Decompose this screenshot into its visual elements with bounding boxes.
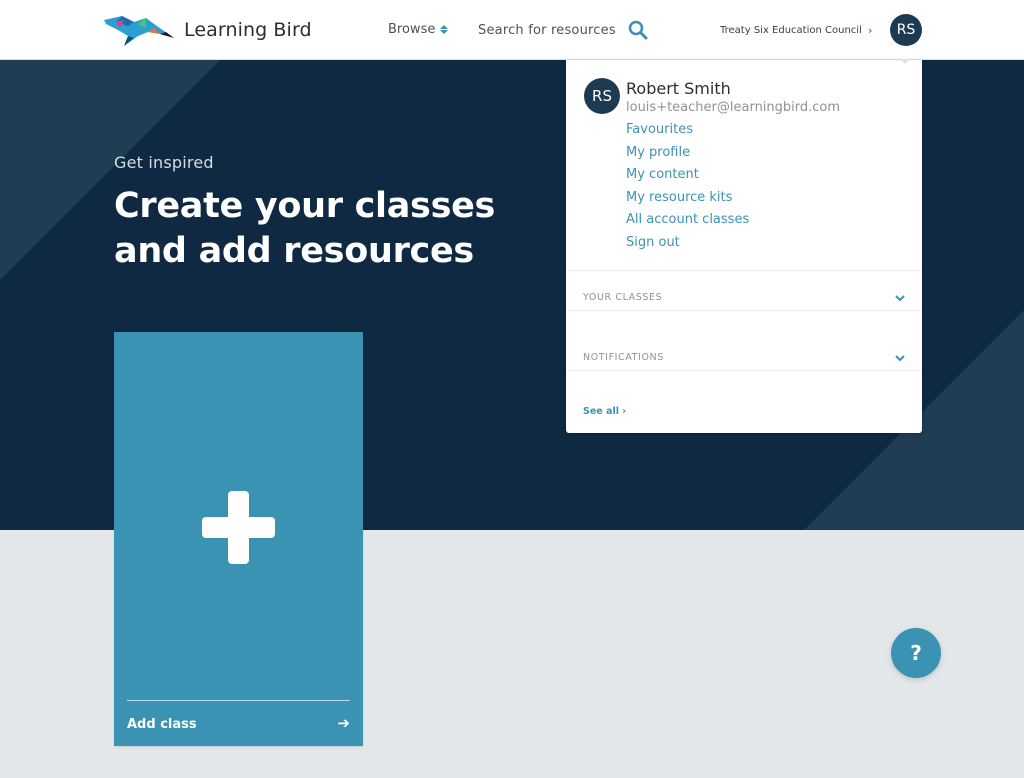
see-all-label: See all [583, 406, 619, 417]
search-icon[interactable] [628, 20, 648, 40]
browse-label: Browse [388, 22, 436, 37]
search-bar[interactable]: Search for resources [478, 20, 648, 40]
user-avatar-button[interactable]: RS [890, 14, 922, 46]
see-all-link[interactable]: See all › [583, 406, 626, 417]
divider [566, 270, 922, 271]
hero-eyebrow: Get inspired [114, 153, 214, 172]
brand-name: Learning Bird [184, 19, 312, 41]
dropdown-avatar: RS [584, 78, 620, 114]
menu-item-all-account-classes[interactable]: All account classes [626, 211, 749, 234]
add-class-card[interactable]: Add class ➔ [114, 332, 363, 746]
brand-logo-link[interactable]: Learning Bird [102, 12, 312, 48]
sort-arrows-icon [440, 25, 449, 34]
chevron-right-icon: › [622, 406, 627, 417]
card-divider [127, 700, 350, 701]
your-classes-toggle[interactable]: YOUR CLASSES [583, 292, 662, 303]
organization-name: Treaty Six Education Council [720, 25, 862, 36]
notifications-toggle[interactable]: NOTIFICATIONS [583, 352, 664, 363]
divider [566, 310, 922, 311]
help-button[interactable]: ? [891, 628, 941, 678]
chevron-right-icon: › [867, 24, 873, 37]
menu-item-my-content[interactable]: My content [626, 166, 749, 189]
arrow-right-icon: ➔ [337, 714, 350, 732]
chevron-down-icon[interactable] [895, 353, 905, 363]
search-input[interactable]: Search for resources [478, 23, 616, 38]
dropdown-caret [900, 59, 910, 64]
organization-link[interactable]: Treaty Six Education Council › [720, 24, 872, 37]
top-navigation-bar: Learning Bird Browse Search for resource… [0, 0, 1024, 60]
add-class-label: Add class [127, 717, 197, 732]
plus-icon [202, 491, 275, 564]
hero-title: Create your classes and add resources [114, 184, 534, 274]
chevron-down-icon[interactable] [895, 293, 905, 303]
user-name: Robert Smith [626, 79, 731, 98]
bird-logo-icon [104, 16, 174, 46]
user-email: louis+teacher@learningbird.com [626, 100, 841, 115]
divider [566, 370, 922, 371]
hero-title-line: and add resources [114, 231, 474, 271]
user-menu-list: Favourites My profile My content My reso… [626, 121, 749, 256]
menu-item-my-resource-kits[interactable]: My resource kits [626, 189, 749, 212]
browse-menu-button[interactable]: Browse [388, 22, 449, 37]
hero-title-line: Create your classes [114, 186, 496, 226]
menu-item-my-profile[interactable]: My profile [626, 144, 749, 167]
menu-item-favourites[interactable]: Favourites [626, 121, 749, 144]
user-menu-dropdown: RS Robert Smith louis+teacher@learningbi… [566, 59, 922, 433]
menu-item-sign-out[interactable]: Sign out [626, 234, 749, 257]
